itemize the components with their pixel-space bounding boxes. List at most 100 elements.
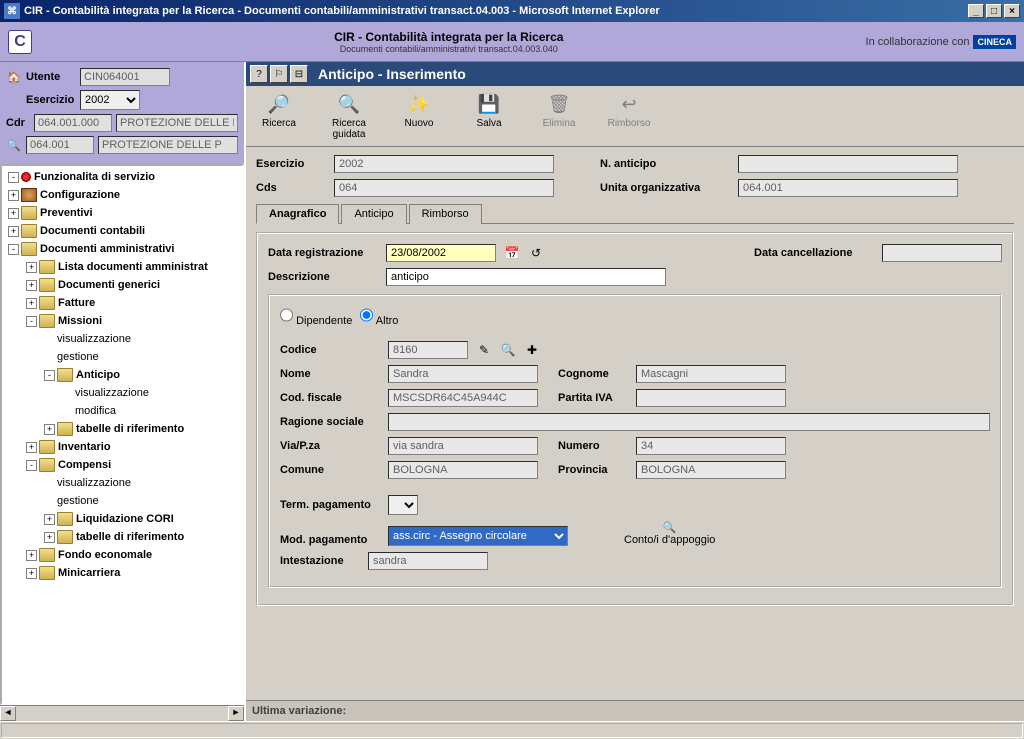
red-icon	[21, 172, 31, 182]
tree-node[interactable]: +Minicarriera	[4, 564, 240, 582]
esercizio-select[interactable]: 2002	[80, 90, 140, 110]
tree-node[interactable]: +Fatture	[4, 294, 240, 312]
scroll-right-button[interactable]: ►	[228, 706, 244, 721]
right-panel: ? ⚐ ⊟ Anticipo - Inserimento 🔎 Ricerca 🔍…	[246, 62, 1024, 721]
tree-node[interactable]: +tabelle di riferimento	[4, 528, 240, 546]
tree-node[interactable]: visualizzazione	[4, 330, 240, 348]
ricerca-button[interactable]: 🔎 Ricerca	[254, 92, 304, 140]
minimize-button[interactable]: _	[968, 4, 984, 18]
nanticipo-field	[738, 155, 958, 173]
expand-icon[interactable]: +	[44, 532, 55, 543]
tab-anagrafico[interactable]: Anagrafico	[256, 204, 339, 224]
expand-icon[interactable]: +	[44, 424, 55, 435]
ricerca-guidata-button[interactable]: 🔍 Ricerca guidata	[324, 92, 374, 140]
ragsoc-field	[388, 413, 990, 431]
rimborso-button[interactable]: ↩ Rimborso	[604, 92, 654, 140]
expand-icon[interactable]: +	[8, 226, 19, 237]
pin-button[interactable]: ⚐	[270, 65, 288, 83]
left-filter-panel: 🏠 Utente Esercizio 2002 Cdr 🔍	[0, 62, 244, 164]
tree-node[interactable]: +Preventivi	[4, 204, 240, 222]
fld-icon	[39, 260, 55, 274]
conto-search-icon[interactable]: 🔍	[663, 521, 677, 534]
numero-field	[636, 437, 786, 455]
expand-icon[interactable]: +	[26, 442, 37, 453]
toolbar: 🔎 Ricerca 🔍 Ricerca guidata ✨ Nuovo 💾 Sa…	[246, 86, 1024, 147]
altro-radio[interactable]: Altro	[360, 306, 398, 327]
fld-icon	[21, 224, 37, 238]
expand-icon[interactable]: +	[8, 208, 19, 219]
cds-label: Cds	[256, 182, 326, 194]
search-codice-icon[interactable]: 🔍	[500, 342, 516, 358]
tree-node[interactable]: gestione	[4, 492, 240, 510]
fld-icon	[21, 206, 37, 220]
expand-icon[interactable]: -	[26, 316, 37, 327]
calendar-icon[interactable]: 📅	[504, 245, 520, 261]
tree-node[interactable]: visualizzazione	[4, 384, 240, 402]
scroll-left-button[interactable]: ◄	[0, 706, 16, 721]
fld-icon	[57, 368, 73, 382]
tree-node[interactable]: +Documenti generici	[4, 276, 240, 294]
utente-field	[80, 68, 170, 86]
expand-icon[interactable]: +	[44, 514, 55, 525]
expand-icon[interactable]: -	[44, 370, 55, 381]
tree-label: tabelle di riferimento	[76, 423, 184, 435]
tree-node[interactable]: -Anticipo	[4, 366, 240, 384]
tree-node[interactable]: +Lista documenti amministrat	[4, 258, 240, 276]
restore-button[interactable]: □	[986, 4, 1002, 18]
tree-scrollbar[interactable]: ◄ ►	[0, 705, 244, 721]
via-label: Via/P.za	[280, 440, 380, 452]
modpag-select[interactable]: ass.circ - Assegno circolare	[388, 526, 568, 546]
expand-icon[interactable]: -	[8, 244, 19, 255]
fld-icon	[57, 422, 73, 436]
tree-label: Configurazione	[40, 189, 120, 201]
fld-icon	[39, 458, 55, 472]
nuovo-button[interactable]: ✨ Nuovo	[394, 92, 444, 140]
tree-node[interactable]: - Missioni	[4, 312, 240, 330]
edit-codice-icon[interactable]: ✎	[476, 342, 492, 358]
dipendente-radio[interactable]: Dipendente	[280, 306, 352, 327]
expand-icon[interactable]: +	[26, 298, 37, 309]
expand-icon[interactable]: +	[26, 262, 37, 273]
elimina-button[interactable]: 🗑 Elimina	[534, 92, 584, 140]
new-codice-icon[interactable]: ✚	[524, 342, 540, 358]
expand-icon[interactable]: +	[26, 550, 37, 561]
tree-node[interactable]: + tabelle di riferimento	[4, 420, 240, 438]
tree-node[interactable]: -Compensi	[4, 456, 240, 474]
tree-node[interactable]: + Fondo economale	[4, 546, 240, 564]
salva-button[interactable]: 💾 Salva	[464, 92, 514, 140]
tree-node[interactable]: + Inventario	[4, 438, 240, 456]
data-reg-field[interactable]	[386, 244, 496, 262]
tree-node[interactable]: visualizzazione	[4, 474, 240, 492]
tree-label: Inventario	[58, 441, 111, 453]
data-reg-label: Data registrazione	[268, 247, 378, 259]
tree-node[interactable]: + Liquidazione CORI	[4, 510, 240, 528]
tab-rimborso[interactable]: Rimborso	[409, 204, 482, 224]
navigation-tree[interactable]: -Funzionalita di servizio + Configurazione…	[0, 164, 244, 705]
help-button[interactable]: ?	[250, 65, 268, 83]
close-inner-button[interactable]: ⊟	[290, 65, 308, 83]
tree-node[interactable]: gestione	[4, 348, 240, 366]
expand-icon[interactable]: +	[8, 190, 19, 201]
tree-node[interactable]: +Documenti contabili	[4, 222, 240, 240]
tab-anticipo[interactable]: Anticipo	[341, 204, 406, 224]
reset-date-icon[interactable]: ↺	[528, 245, 544, 261]
cds-field	[334, 179, 554, 197]
tree-node[interactable]: -Funzionalita di servizio	[4, 168, 240, 186]
tree-label: Liquidazione CORI	[76, 513, 174, 525]
expand-icon[interactable]: +	[26, 568, 37, 579]
ultima-variazione-label: Ultima variazione:	[246, 700, 1024, 721]
expand-icon[interactable]: +	[26, 280, 37, 291]
tree-node[interactable]: + Configurazione	[4, 186, 240, 204]
tree-node[interactable]: -Documenti amministrativi	[4, 240, 240, 258]
tree-label: Fondo economale	[58, 549, 152, 561]
uo-label: Unita organizzativa	[600, 182, 730, 194]
termpag-select[interactable]	[388, 495, 418, 515]
uo-code-field	[26, 136, 94, 154]
close-button[interactable]: ×	[1004, 4, 1020, 18]
tree-node[interactable]: modifica	[4, 402, 240, 420]
tree-label: Missioni	[58, 315, 102, 327]
binoculars-icon[interactable]: 🔍	[6, 139, 22, 152]
expand-icon[interactable]: -	[26, 460, 37, 471]
descrizione-field[interactable]	[386, 268, 666, 286]
expand-icon[interactable]: -	[8, 172, 19, 183]
